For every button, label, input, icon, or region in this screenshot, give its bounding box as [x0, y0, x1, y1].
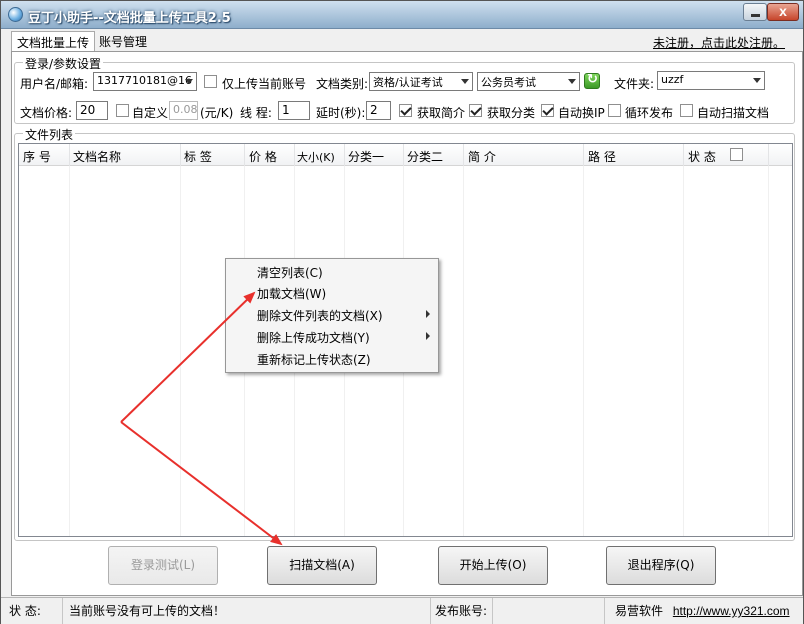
price-unit-label: (元/K) — [200, 106, 234, 120]
submenu-arrow-icon — [426, 332, 430, 340]
delay-label: 延时(秒): — [316, 106, 366, 120]
username-label: 用户名/邮箱: — [20, 77, 89, 91]
publish-account-value — [493, 598, 605, 624]
doc-type-select[interactable]: 资格/认证考试 — [369, 72, 473, 91]
threads-label: 线 程: — [240, 106, 272, 120]
column-divider — [683, 166, 684, 536]
column-divider — [768, 166, 769, 536]
loop-publish-checkbox[interactable] — [608, 104, 621, 117]
auto-scan-checkbox[interactable] — [680, 104, 693, 117]
doc-subtype-value: 公务员考试 — [481, 76, 536, 89]
column-header-path[interactable]: 路 径 — [584, 144, 684, 166]
vendor-url-link[interactable]: http://www.yy321.com — [673, 604, 790, 618]
column-divider — [69, 166, 70, 536]
exit-button[interactable]: 退出程序(Q) — [606, 546, 716, 585]
title-bar[interactable]: 豆丁小助手--文档批量上传工具2.5 x — [1, 1, 803, 29]
doc-type-label: 文档类别: — [316, 77, 369, 91]
auto-scan-label: 自动扫描文档 — [697, 106, 770, 120]
column-header-category2[interactable]: 分类二 — [404, 144, 464, 166]
chevron-down-icon — [568, 79, 576, 84]
column-header-tags[interactable]: 标 签 — [181, 144, 245, 166]
chevron-down-icon — [753, 78, 761, 83]
publish-account-label: 发布账号: — [431, 598, 493, 624]
threads-input[interactable]: 1 — [278, 101, 310, 120]
scan-docs-button[interactable]: 扫描文档(A) — [267, 546, 377, 585]
minimize-icon — [751, 14, 760, 17]
folder-value: uzzf — [661, 73, 684, 86]
doc-subtype-select[interactable]: 公务员考试 — [477, 72, 580, 91]
auto-change-ip-label: 自动换IP — [558, 106, 605, 120]
fetch-category-label: 获取分类 — [487, 106, 536, 120]
price-input[interactable]: 20 — [76, 101, 108, 120]
app-window: 豆丁小助手--文档批量上传工具2.5 x 文档批量上传 账号管理 未注册，点击此… — [0, 0, 804, 624]
start-upload-button[interactable]: 开始上传(O) — [438, 546, 548, 585]
file-list-group-label: 文件列表 — [23, 126, 76, 143]
status-bar: 状 态: 当前账号没有可上传的文档！ 发布账号: 易营软件 http://www… — [1, 597, 803, 624]
username-value: 1317710181@16 — [97, 74, 192, 87]
username-select[interactable]: 1317710181@16 — [93, 72, 197, 91]
minimize-button[interactable] — [743, 3, 767, 21]
auto-change-ip-checkbox[interactable] — [541, 104, 554, 117]
column-divider — [583, 166, 584, 536]
custom-price-input[interactable]: 0.08 — [169, 101, 198, 120]
select-all-checkbox[interactable] — [730, 148, 743, 161]
only-current-account-label: 仅上传当前账号 — [222, 77, 307, 91]
delay-input[interactable]: 2 — [366, 101, 391, 120]
status-text: 当前账号没有可上传的文档！ — [63, 598, 431, 624]
context-menu: 清空列表(C) 加载文档(W) 删除文件列表的文档(X) 删除上传成功文档(Y)… — [225, 258, 439, 373]
close-button[interactable]: x — [767, 3, 799, 21]
column-divider — [180, 166, 181, 536]
fetch-summary-checkbox[interactable] — [399, 104, 412, 117]
column-divider — [463, 166, 464, 536]
login-test-button[interactable]: 登录测试(L) — [108, 546, 218, 585]
fetch-category-checkbox[interactable] — [469, 104, 482, 117]
only-current-account-checkbox[interactable] — [204, 75, 217, 88]
menu-item-delete-uploaded-docs[interactable]: 删除上传成功文档(Y) — [257, 329, 370, 346]
column-header-index[interactable]: 序 号 — [19, 144, 70, 166]
table-header: 序 号 文档名称 标 签 价 格 大小(K) 分类一 分类二 简 介 路 径 状… — [19, 144, 792, 166]
menu-item-remark-status[interactable]: 重新标记上传状态(Z) — [257, 351, 371, 368]
column-header-category1[interactable]: 分类一 — [345, 144, 404, 166]
price-label: 文档价格: — [20, 106, 73, 120]
vendor-info: 易营软件 http://www.yy321.com — [605, 598, 803, 624]
status-label: 状 态: — [1, 598, 63, 624]
column-header-status[interactable]: 状 态 — [684, 144, 769, 166]
close-icon: x — [779, 3, 787, 19]
menu-item-clear-list[interactable]: 清空列表(C) — [257, 264, 323, 281]
tab-batch-upload[interactable]: 文档批量上传 — [11, 31, 96, 52]
menu-item-delete-list-docs[interactable]: 删除文件列表的文档(X) — [257, 307, 383, 324]
folder-select[interactable]: uzzf — [657, 71, 765, 90]
menu-item-load-docs[interactable]: 加载文档(W) — [257, 285, 326, 302]
vendor-name: 易营软件 — [615, 604, 664, 618]
register-link[interactable]: 未注册，点击此处注册。 — [653, 34, 785, 51]
chevron-down-icon — [461, 79, 469, 84]
app-icon — [8, 7, 23, 22]
doc-type-value: 资格/认证考试 — [373, 76, 443, 89]
window-title: 豆丁小助手--文档批量上传工具2.5 — [28, 11, 231, 26]
settings-group-label: 登录/参数设置 — [23, 55, 104, 72]
refresh-icon[interactable] — [584, 72, 600, 89]
custom-price-label: 自定义 — [132, 106, 169, 120]
custom-price-checkbox[interactable] — [116, 104, 129, 117]
column-header-name[interactable]: 文档名称 — [70, 144, 181, 166]
column-header-size[interactable]: 大小(K) — [295, 144, 345, 166]
column-header-summary[interactable]: 简 介 — [464, 144, 584, 166]
tab-account-management[interactable]: 账号管理 — [94, 31, 152, 52]
submenu-arrow-icon — [426, 310, 430, 318]
column-header-price[interactable]: 价 格 — [245, 144, 295, 166]
fetch-summary-label: 获取简介 — [417, 106, 466, 120]
loop-publish-label: 循环发布 — [625, 106, 674, 120]
chevron-down-icon — [185, 79, 193, 84]
folder-label: 文件夹: — [614, 77, 655, 91]
